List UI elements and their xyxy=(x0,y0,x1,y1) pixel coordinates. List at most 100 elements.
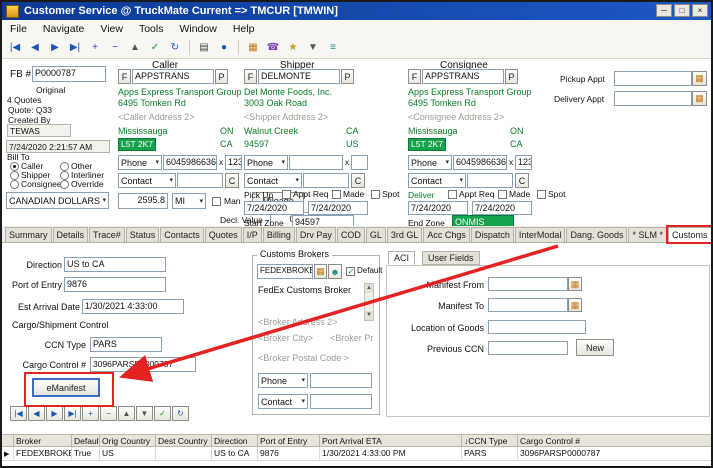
tab-slm[interactable]: * SLM * xyxy=(628,227,667,242)
customs-edit-button[interactable]: ▲ xyxy=(118,406,135,421)
shipper-ext-field[interactable] xyxy=(351,155,368,170)
grid-row[interactable]: ▶ FEDEXBROKE True US US to CA 9876 1/30/… xyxy=(2,447,711,461)
shipper-code-field[interactable]: DELMONTE xyxy=(258,69,340,84)
delete-record-icon[interactable]: − xyxy=(106,39,124,57)
minimize-button[interactable]: ─ xyxy=(656,4,672,17)
grid-header-port-of-entry[interactable]: Port of Entry xyxy=(258,434,320,447)
customs-nav-prev-button[interactable]: ◀ xyxy=(28,406,45,421)
tab-billing[interactable]: Billing xyxy=(263,227,295,242)
manifest-to-lookup-icon[interactable]: ▦ xyxy=(568,298,582,312)
grid-header-cargo-control[interactable]: Cargo Control # xyxy=(518,434,711,447)
customs-delete-button[interactable]: − xyxy=(100,406,117,421)
close-button[interactable]: × xyxy=(692,4,708,17)
caller-contact-button[interactable]: C xyxy=(225,173,239,188)
shipper-phone-type-combo[interactable]: Phone▾ xyxy=(244,155,288,170)
caller-contact-field[interactable] xyxy=(177,173,223,188)
menu-file[interactable]: File xyxy=(2,22,35,36)
shipper-phone-field[interactable] xyxy=(289,155,343,170)
tab-dispatch[interactable]: Dispatch xyxy=(471,227,514,242)
broker-default-checkbox[interactable]: ✓ xyxy=(346,267,355,276)
broker-list-scrollbar[interactable]: ▲ ▼ xyxy=(364,283,374,321)
bill-to-interliner-radio[interactable] xyxy=(60,171,69,180)
distance-unit-combo[interactable]: MI▾ xyxy=(172,193,206,209)
caller-phone-field[interactable]: 6045986636 xyxy=(163,155,217,170)
tab-trace[interactable]: Trace# xyxy=(89,227,125,242)
cargo-control-field[interactable]: 3096PARSP0000787 xyxy=(90,357,196,372)
caller-contact-combo[interactable]: Contact▾ xyxy=(118,173,176,188)
broker-phone-field[interactable] xyxy=(310,373,372,388)
pickup-spot-checkbox[interactable] xyxy=(371,190,380,199)
shipper-contact-combo[interactable]: Contact▾ xyxy=(244,173,302,188)
deliver-spot-checkbox[interactable] xyxy=(537,190,546,199)
shipper-profile-button[interactable]: P xyxy=(341,69,354,84)
post-record-icon[interactable]: ✓ xyxy=(146,39,164,57)
grid-header-ccn-type[interactable]: ↓CCN Type xyxy=(462,434,518,447)
consignee-phone-field[interactable]: 6045986636 xyxy=(453,155,507,170)
tab-dang-goods[interactable]: Dang. Goods xyxy=(566,227,627,242)
consignee-contact-field[interactable] xyxy=(467,173,513,188)
customs-nav-last-button[interactable]: ▶| xyxy=(64,406,81,421)
tab-gl[interactable]: GL xyxy=(366,227,386,242)
consignee-contact-button[interactable]: C xyxy=(515,173,529,188)
customs-nav-first-button[interactable]: |◀ xyxy=(10,406,27,421)
new-button[interactable]: New xyxy=(576,339,614,356)
port-of-entry-field[interactable]: 9876 xyxy=(64,277,166,292)
scroll-down-icon[interactable]: ▼ xyxy=(365,311,373,320)
delivery-appt-field[interactable] xyxy=(614,91,692,106)
menu-window[interactable]: Window xyxy=(171,22,224,36)
consignee-code-field[interactable]: APPSTRANS xyxy=(422,69,504,84)
broker-phone-type-combo[interactable]: Phone▾ xyxy=(258,373,308,388)
filter-icon[interactable]: ▼ xyxy=(304,39,322,57)
customs-refresh-button[interactable]: ↻ xyxy=(172,406,189,421)
direction-field[interactable]: US to CA xyxy=(64,257,166,272)
grid-header-broker[interactable]: Broker xyxy=(14,434,72,447)
tab-aci[interactable]: ACI xyxy=(388,251,415,265)
bill-to-override-radio[interactable] xyxy=(60,180,69,189)
grid-header-orig-country[interactable]: Orig Country xyxy=(100,434,156,447)
tab-cod[interactable]: COD xyxy=(337,227,365,242)
manifest-to-field[interactable] xyxy=(488,298,568,312)
list-icon[interactable]: ≡ xyxy=(324,39,342,57)
shipper-contact-button[interactable]: C xyxy=(351,173,365,188)
deliver-made-checkbox[interactable] xyxy=(498,190,507,199)
edit-record-icon[interactable]: ▲ xyxy=(126,39,144,57)
consignee-find-button[interactable]: F xyxy=(408,69,421,84)
tab-customs[interactable]: Customs xyxy=(668,227,712,242)
info-icon[interactable]: ● xyxy=(215,39,233,57)
notes-icon[interactable]: ▦ xyxy=(244,39,262,57)
tab-user-fields[interactable]: User Fields xyxy=(422,251,480,265)
maximize-button[interactable]: □ xyxy=(674,4,690,17)
bill-to-caller-radio[interactable] xyxy=(10,162,19,171)
pickup-made-checkbox[interactable] xyxy=(332,190,341,199)
deliver-appt-req-checkbox[interactable] xyxy=(448,190,457,199)
tab-3rd-gl[interactable]: 3rd GL xyxy=(387,227,423,242)
grid-header-dest-country[interactable]: Dest Country xyxy=(156,434,212,447)
caller-find-button[interactable]: F xyxy=(118,69,131,84)
menu-tools[interactable]: Tools xyxy=(131,22,172,36)
nav-prev-icon[interactable]: ◀ xyxy=(26,39,44,57)
favorites-icon[interactable]: ★ xyxy=(284,39,302,57)
refresh-icon[interactable]: ↻ xyxy=(166,39,184,57)
manifest-from-field[interactable] xyxy=(488,277,568,291)
fb-number-field[interactable]: P0000787 xyxy=(32,66,106,82)
ccn-type-field[interactable]: PARS xyxy=(90,337,162,352)
caller-ext-field[interactable]: 123 xyxy=(225,155,242,170)
customs-nav-next-button[interactable]: ▶ xyxy=(46,406,63,421)
emanifest-button[interactable]: eManifest xyxy=(32,378,100,397)
grid-header-default[interactable]: Default xyxy=(72,434,100,447)
broker-people-icon[interactable]: ☻ xyxy=(328,264,342,279)
phone-icon[interactable]: ☎ xyxy=(264,39,282,57)
nav-last-icon[interactable]: ▶| xyxy=(66,39,84,57)
broker-code-field[interactable]: FEDEXBROKE xyxy=(257,264,313,279)
bill-to-consignee-radio[interactable] xyxy=(10,180,19,189)
pickup-appt-req-checkbox[interactable] xyxy=(282,190,291,199)
location-of-goods-field[interactable] xyxy=(488,320,586,334)
tab-acc-chgs[interactable]: Acc Chgs xyxy=(423,227,470,242)
bill-to-other-radio[interactable] xyxy=(60,162,69,171)
tab-intermodal[interactable]: InterModal xyxy=(515,227,566,242)
shipper-contact-field[interactable] xyxy=(303,173,349,188)
consignee-contact-combo[interactable]: Contact▾ xyxy=(408,173,466,188)
tab-drv-pay[interactable]: Drv Pay xyxy=(296,227,336,242)
insert-record-icon[interactable]: + xyxy=(86,39,104,57)
pickup-date-from-field[interactable]: 7/24/2020 xyxy=(244,201,304,215)
